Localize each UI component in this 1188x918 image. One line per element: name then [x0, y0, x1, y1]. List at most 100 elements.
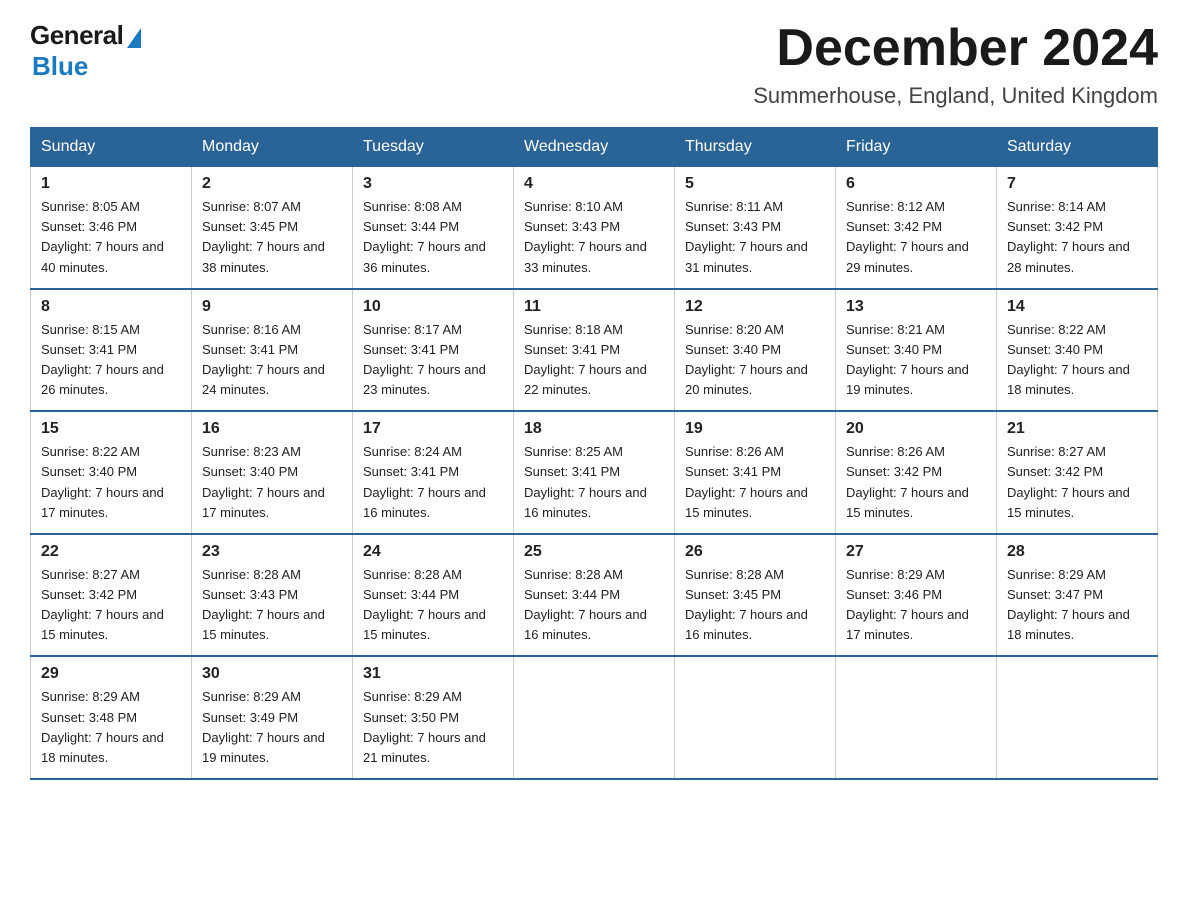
day-number: 8: [41, 298, 181, 316]
calendar-cell: 17 Sunrise: 8:24 AMSunset: 3:41 PMDaylig…: [353, 411, 514, 534]
day-info: Sunrise: 8:26 AMSunset: 3:41 PMDaylight:…: [685, 444, 808, 519]
day-number: 19: [685, 420, 825, 438]
calendar-week-row: 22 Sunrise: 8:27 AMSunset: 3:42 PMDaylig…: [31, 534, 1158, 657]
day-number: 23: [202, 543, 342, 561]
location-title: Summerhouse, England, United Kingdom: [753, 83, 1158, 109]
calendar-cell: 28 Sunrise: 8:29 AMSunset: 3:47 PMDaylig…: [997, 534, 1158, 657]
calendar-cell: 3 Sunrise: 8:08 AMSunset: 3:44 PMDayligh…: [353, 167, 514, 289]
day-number: 22: [41, 543, 181, 561]
day-info: Sunrise: 8:25 AMSunset: 3:41 PMDaylight:…: [524, 444, 647, 519]
day-number: 24: [363, 543, 503, 561]
calendar-cell: 20 Sunrise: 8:26 AMSunset: 3:42 PMDaylig…: [836, 411, 997, 534]
calendar-cell: 18 Sunrise: 8:25 AMSunset: 3:41 PMDaylig…: [514, 411, 675, 534]
day-info: Sunrise: 8:28 AMSunset: 3:44 PMDaylight:…: [524, 567, 647, 642]
calendar-cell: 13 Sunrise: 8:21 AMSunset: 3:40 PMDaylig…: [836, 289, 997, 412]
calendar-cell: [997, 656, 1158, 779]
calendar-cell: 31 Sunrise: 8:29 AMSunset: 3:50 PMDaylig…: [353, 656, 514, 779]
calendar-cell: 4 Sunrise: 8:10 AMSunset: 3:43 PMDayligh…: [514, 167, 675, 289]
day-number: 29: [41, 665, 181, 683]
day-number: 12: [685, 298, 825, 316]
day-info: Sunrise: 8:07 AMSunset: 3:45 PMDaylight:…: [202, 199, 325, 274]
calendar-cell: 14 Sunrise: 8:22 AMSunset: 3:40 PMDaylig…: [997, 289, 1158, 412]
calendar-cell: 15 Sunrise: 8:22 AMSunset: 3:40 PMDaylig…: [31, 411, 192, 534]
weekday-header-monday: Monday: [192, 128, 353, 167]
weekday-header-sunday: Sunday: [31, 128, 192, 167]
page-header: General Blue December 2024 Summerhouse, …: [30, 20, 1158, 109]
day-number: 30: [202, 665, 342, 683]
weekday-header-thursday: Thursday: [675, 128, 836, 167]
day-number: 10: [363, 298, 503, 316]
calendar-table: SundayMondayTuesdayWednesdayThursdayFrid…: [30, 127, 1158, 780]
calendar-cell: 26 Sunrise: 8:28 AMSunset: 3:45 PMDaylig…: [675, 534, 836, 657]
day-info: Sunrise: 8:16 AMSunset: 3:41 PMDaylight:…: [202, 322, 325, 397]
calendar-cell: [514, 656, 675, 779]
day-number: 28: [1007, 543, 1147, 561]
calendar-cell: 29 Sunrise: 8:29 AMSunset: 3:48 PMDaylig…: [31, 656, 192, 779]
day-info: Sunrise: 8:11 AMSunset: 3:43 PMDaylight:…: [685, 199, 808, 274]
day-info: Sunrise: 8:29 AMSunset: 3:49 PMDaylight:…: [202, 689, 325, 764]
day-info: Sunrise: 8:10 AMSunset: 3:43 PMDaylight:…: [524, 199, 647, 274]
calendar-week-row: 29 Sunrise: 8:29 AMSunset: 3:48 PMDaylig…: [31, 656, 1158, 779]
day-info: Sunrise: 8:22 AMSunset: 3:40 PMDaylight:…: [41, 444, 164, 519]
day-info: Sunrise: 8:23 AMSunset: 3:40 PMDaylight:…: [202, 444, 325, 519]
weekday-header-tuesday: Tuesday: [353, 128, 514, 167]
logo-triangle-icon: [127, 28, 141, 48]
day-number: 2: [202, 175, 342, 193]
calendar-cell: 22 Sunrise: 8:27 AMSunset: 3:42 PMDaylig…: [31, 534, 192, 657]
calendar-cell: [836, 656, 997, 779]
day-info: Sunrise: 8:28 AMSunset: 3:44 PMDaylight:…: [363, 567, 486, 642]
day-number: 11: [524, 298, 664, 316]
day-info: Sunrise: 8:08 AMSunset: 3:44 PMDaylight:…: [363, 199, 486, 274]
day-number: 3: [363, 175, 503, 193]
calendar-cell: 6 Sunrise: 8:12 AMSunset: 3:42 PMDayligh…: [836, 167, 997, 289]
calendar-cell: 24 Sunrise: 8:28 AMSunset: 3:44 PMDaylig…: [353, 534, 514, 657]
day-info: Sunrise: 8:28 AMSunset: 3:45 PMDaylight:…: [685, 567, 808, 642]
day-number: 25: [524, 543, 664, 561]
calendar-cell: 2 Sunrise: 8:07 AMSunset: 3:45 PMDayligh…: [192, 167, 353, 289]
day-info: Sunrise: 8:29 AMSunset: 3:47 PMDaylight:…: [1007, 567, 1130, 642]
day-number: 14: [1007, 298, 1147, 316]
day-number: 9: [202, 298, 342, 316]
weekday-header-row: SundayMondayTuesdayWednesdayThursdayFrid…: [31, 128, 1158, 167]
day-number: 15: [41, 420, 181, 438]
day-info: Sunrise: 8:24 AMSunset: 3:41 PMDaylight:…: [363, 444, 486, 519]
calendar-cell: 21 Sunrise: 8:27 AMSunset: 3:42 PMDaylig…: [997, 411, 1158, 534]
calendar-week-row: 15 Sunrise: 8:22 AMSunset: 3:40 PMDaylig…: [31, 411, 1158, 534]
day-number: 4: [524, 175, 664, 193]
day-info: Sunrise: 8:28 AMSunset: 3:43 PMDaylight:…: [202, 567, 325, 642]
weekday-header-friday: Friday: [836, 128, 997, 167]
day-info: Sunrise: 8:27 AMSunset: 3:42 PMDaylight:…: [1007, 444, 1130, 519]
weekday-header-saturday: Saturday: [997, 128, 1158, 167]
day-number: 1: [41, 175, 181, 193]
calendar-week-row: 1 Sunrise: 8:05 AMSunset: 3:46 PMDayligh…: [31, 167, 1158, 289]
calendar-cell: 10 Sunrise: 8:17 AMSunset: 3:41 PMDaylig…: [353, 289, 514, 412]
calendar-cell: [675, 656, 836, 779]
day-info: Sunrise: 8:29 AMSunset: 3:50 PMDaylight:…: [363, 689, 486, 764]
logo-blue-text: Blue: [32, 51, 88, 82]
day-number: 7: [1007, 175, 1147, 193]
calendar-cell: 5 Sunrise: 8:11 AMSunset: 3:43 PMDayligh…: [675, 167, 836, 289]
day-info: Sunrise: 8:14 AMSunset: 3:42 PMDaylight:…: [1007, 199, 1130, 274]
day-info: Sunrise: 8:27 AMSunset: 3:42 PMDaylight:…: [41, 567, 164, 642]
calendar-cell: 30 Sunrise: 8:29 AMSunset: 3:49 PMDaylig…: [192, 656, 353, 779]
day-number: 6: [846, 175, 986, 193]
calendar-cell: 8 Sunrise: 8:15 AMSunset: 3:41 PMDayligh…: [31, 289, 192, 412]
calendar-cell: 27 Sunrise: 8:29 AMSunset: 3:46 PMDaylig…: [836, 534, 997, 657]
day-info: Sunrise: 8:20 AMSunset: 3:40 PMDaylight:…: [685, 322, 808, 397]
day-number: 27: [846, 543, 986, 561]
day-number: 13: [846, 298, 986, 316]
weekday-header-wednesday: Wednesday: [514, 128, 675, 167]
day-info: Sunrise: 8:21 AMSunset: 3:40 PMDaylight:…: [846, 322, 969, 397]
day-info: Sunrise: 8:05 AMSunset: 3:46 PMDaylight:…: [41, 199, 164, 274]
day-number: 18: [524, 420, 664, 438]
day-info: Sunrise: 8:26 AMSunset: 3:42 PMDaylight:…: [846, 444, 969, 519]
day-info: Sunrise: 8:29 AMSunset: 3:46 PMDaylight:…: [846, 567, 969, 642]
calendar-cell: 9 Sunrise: 8:16 AMSunset: 3:41 PMDayligh…: [192, 289, 353, 412]
month-title: December 2024: [753, 20, 1158, 77]
calendar-cell: 23 Sunrise: 8:28 AMSunset: 3:43 PMDaylig…: [192, 534, 353, 657]
day-number: 26: [685, 543, 825, 561]
calendar-cell: 1 Sunrise: 8:05 AMSunset: 3:46 PMDayligh…: [31, 167, 192, 289]
day-number: 5: [685, 175, 825, 193]
day-info: Sunrise: 8:22 AMSunset: 3:40 PMDaylight:…: [1007, 322, 1130, 397]
title-area: December 2024 Summerhouse, England, Unit…: [753, 20, 1158, 109]
